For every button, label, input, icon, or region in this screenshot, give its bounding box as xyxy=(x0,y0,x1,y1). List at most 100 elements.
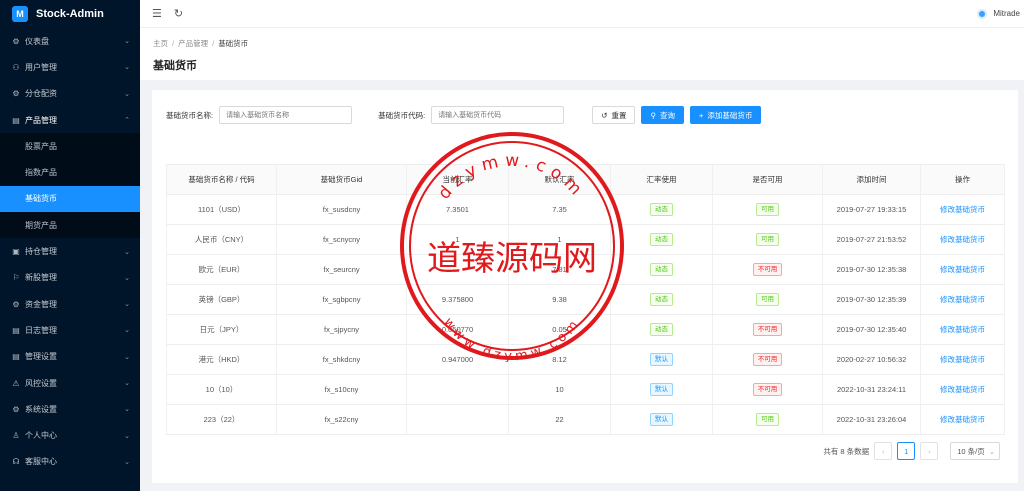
name-label: 基础货币名称: xyxy=(166,110,214,120)
cell-gid: fx_scnycny xyxy=(322,235,361,244)
cell-name: 223（22） xyxy=(203,415,240,424)
sidebar-item-admin-settings[interactable]: ▤ 管理设置 ⌄ xyxy=(0,344,140,370)
products-submenu: 股票产品 指数产品 基础货币 期货产品 xyxy=(0,133,140,239)
avatar xyxy=(977,8,988,19)
table-row: 英镑（GBP） fx_sgbpcny 9.375800 9.38 动态 可用 2019-07… xyxy=(166,284,1005,315)
sidebar-item-support[interactable]: ☊ 客服中心 ⌄ xyxy=(0,449,140,475)
next-page-button[interactable]: › xyxy=(920,442,939,460)
cell-name: 10（10） xyxy=(205,385,238,394)
search-icon: ⚲ xyxy=(650,110,656,120)
available-tag: 可用 xyxy=(756,413,779,426)
edit-currency-link[interactable]: 修改基础货币 xyxy=(940,325,985,334)
refresh-icon[interactable]: ↻ xyxy=(174,7,183,20)
edit-currency-link[interactable]: 修改基础货币 xyxy=(940,295,985,304)
edit-currency-link[interactable]: 修改基础货币 xyxy=(940,415,985,424)
edit-currency-link[interactable]: 修改基础货币 xyxy=(940,265,985,274)
cell-default-rate: 10 xyxy=(555,385,564,394)
col-gid[interactable]: 基础货币Gid xyxy=(276,164,407,195)
cell-gid: fx_seurcny xyxy=(323,265,360,274)
cell-default-rate: 22 xyxy=(555,415,564,424)
fund-icon: ⚙ xyxy=(12,299,20,309)
rate-usage-tag: 动态 xyxy=(650,233,673,246)
sidebar-item-risk[interactable]: ⚠ 风控设置 ⌄ xyxy=(0,370,140,396)
sidebar-item-label: 日志管理 xyxy=(25,325,57,335)
sidebar-item-label: 系统设置 xyxy=(25,404,57,414)
cell-added-time: 2019-07-30 12:35:40 xyxy=(836,325,907,334)
add-currency-button[interactable]: + 添加基础货币 xyxy=(689,106,762,124)
table-row: 港元（HKD） fx_shkdcny 0.947000 8.12 默认 不可用 2020-0… xyxy=(166,344,1005,375)
edit-currency-link[interactable]: 修改基础货币 xyxy=(940,235,985,244)
sidebar-item-label: 管理设置 xyxy=(25,352,57,362)
chevron-down-icon: ⌄ xyxy=(124,248,130,256)
currency-code-input[interactable] xyxy=(431,106,565,124)
sidebar-item-label: 个人中心 xyxy=(25,431,57,441)
cell-gid: fx_susdcny xyxy=(322,205,361,214)
cell-added-time: 2019-07-27 19:33:15 xyxy=(836,205,907,214)
page-size-select[interactable]: 10 条/页 ⌄ xyxy=(950,442,1000,460)
sidebar-item-profile[interactable]: ♙ 个人中心 ⌄ xyxy=(0,422,140,448)
cell-gid: fx_s22cny xyxy=(324,415,359,424)
cell-name: 日元（JPY） xyxy=(199,325,244,334)
cell-added-time: 2019-07-30 12:35:39 xyxy=(836,295,907,304)
sidebar-item-ipo[interactable]: ⚐ 新股管理 ⌄ xyxy=(0,265,140,291)
log-icon: ▤ xyxy=(12,325,20,335)
table-row: 10（10） fx_s10cny 10 默认 不可用 2022-10-31 23:24:1… xyxy=(166,374,1005,405)
cell-name: 英镑（GBP） xyxy=(198,295,245,304)
admin-settings-icon: ▤ xyxy=(12,352,20,362)
sidebar-item-positions[interactable]: ▣ 持仓管理 ⌄ xyxy=(0,238,140,264)
col-default-rate[interactable]: 默认汇率 xyxy=(508,164,611,195)
sidebar-item-label: 风控设置 xyxy=(25,378,57,388)
breadcrumb-products[interactable]: 产品管理 xyxy=(178,39,208,48)
table-row: 人民币（CNY） fx_scnycny 1 1 动态 可用 2019-07-27 21:53… xyxy=(166,224,1005,255)
col-name[interactable]: 基础货币名称 / 代码 xyxy=(166,164,277,195)
sidebar-item-label: 资金管理 xyxy=(25,299,57,309)
sidebar-item-label: 仪表盘 xyxy=(25,36,49,46)
sidebar-item-users[interactable]: ⚇ 用户管理 ⌄ xyxy=(0,54,140,80)
sidebar-item-products[interactable]: ▤ 产品管理 ⌃ xyxy=(0,107,140,133)
reset-button[interactable]: ↺ 重置 xyxy=(592,106,636,124)
cell-gid: fx_s10cny xyxy=(324,385,359,394)
query-button[interactable]: ⚲ 查询 xyxy=(641,106,684,124)
cell-current-rate: 0.947000 xyxy=(441,355,474,364)
sidebar-subitem-index-products[interactable]: 指数产品 xyxy=(0,159,140,185)
sidebar-subitem-stock-products[interactable]: 股票产品 xyxy=(0,133,140,159)
chevron-down-icon: ⌄ xyxy=(988,446,995,456)
ipo-icon: ⚐ xyxy=(12,273,20,283)
app-logo-icon: M xyxy=(12,6,28,22)
col-rate-usage[interactable]: 汇率使用 xyxy=(610,164,713,195)
rate-usage-tag: 动态 xyxy=(650,263,673,276)
sidebar-subitem-base-currency[interactable]: 基础货币 xyxy=(0,185,140,213)
cell-name: 人民币（CNY） xyxy=(194,235,249,244)
breadcrumb: 主页 / 产品管理 / 基础货币 xyxy=(153,39,249,48)
edit-currency-link[interactable]: 修改基础货币 xyxy=(940,355,985,364)
table-row: 欧元（EUR） fx_seurcny 7.81 动态 不可用 2019-07-30 12:… xyxy=(166,254,1005,285)
edit-currency-link[interactable]: 修改基础货币 xyxy=(940,205,985,214)
col-actions: 操作 xyxy=(920,164,1005,195)
col-available[interactable]: 是否可用 xyxy=(712,164,823,195)
cell-current-rate: 9.375800 xyxy=(441,295,474,304)
page-number-button[interactable]: 1 xyxy=(897,442,916,460)
cell-name: 1101（USD） xyxy=(198,205,245,214)
breadcrumb-home[interactable]: 主页 xyxy=(153,39,168,48)
sidebar-item-dashboard[interactable]: ⚙ 仪表盘 ⌄ xyxy=(0,28,140,54)
cell-default-rate: 9.38 xyxy=(552,295,567,304)
sidebar-item-system[interactable]: ⚙ 系统设置 ⌄ xyxy=(0,396,140,422)
prev-page-button[interactable]: ‹ xyxy=(874,442,893,460)
sidebar-item-logs[interactable]: ▤ 日志管理 ⌄ xyxy=(0,317,140,343)
sidebar-item-label: 产品管理 xyxy=(25,115,57,125)
sidebar-item-funds[interactable]: ⚙ 资金管理 ⌄ xyxy=(0,291,140,317)
rate-usage-tag: 默认 xyxy=(650,353,673,366)
brand[interactable]: M Stock-Admin xyxy=(0,0,140,28)
chevron-left-icon: ‹ xyxy=(881,446,885,456)
edit-currency-link[interactable]: 修改基础货币 xyxy=(940,385,985,394)
menu-fold-icon[interactable]: ☰ xyxy=(152,7,162,20)
currency-name-input[interactable] xyxy=(219,106,353,124)
cell-gid: fx_sgbpcny xyxy=(322,295,361,304)
cell-default-rate: 8.12 xyxy=(552,355,567,364)
col-added-time[interactable]: 添加时间 xyxy=(822,164,921,195)
col-current-rate[interactable]: 当前汇率 xyxy=(406,164,509,195)
sidebar-subitem-futures-products[interactable]: 期货产品 xyxy=(0,212,140,238)
available-tag: 可用 xyxy=(756,233,779,246)
sidebar-item-allocation[interactable]: ⚙ 分仓配资 ⌄ xyxy=(0,81,140,107)
user-menu[interactable]: Mitrade xyxy=(977,8,1020,19)
